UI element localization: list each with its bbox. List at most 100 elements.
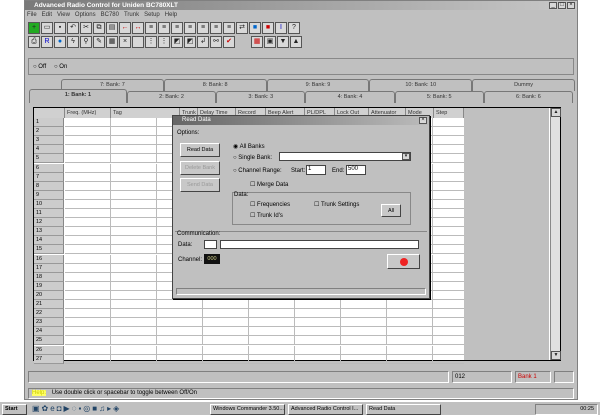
delete-row-icon[interactable]: ≡ — [171, 22, 183, 34]
row-header[interactable]: 19 — [34, 281, 64, 291]
row-header[interactable]: 17 — [34, 263, 64, 273]
insert-row-icon[interactable]: ≡ — [158, 22, 170, 34]
read-data-button[interactable]: Read Data — [180, 143, 220, 157]
scroll-down-icon[interactable]: ▼ — [551, 351, 561, 360]
chevron-down-icon[interactable]: ▾ — [402, 153, 410, 160]
row-header[interactable]: 5 — [34, 154, 64, 164]
close-button[interactable]: × — [567, 2, 575, 9]
row-header[interactable]: 26 — [34, 345, 64, 355]
new-icon[interactable]: + — [28, 22, 40, 34]
row-header[interactable]: 4 — [34, 145, 64, 155]
menu-view[interactable]: View — [57, 11, 70, 20]
task-advanced-radio-control[interactable]: Advanced Radio Control I... — [288, 404, 363, 415]
task-windows-commander[interactable]: Windows Commander 3.50... — [210, 404, 285, 415]
minimize-button[interactable]: _ — [549, 2, 557, 9]
col-tag[interactable]: Tag — [111, 108, 180, 118]
enter-icon[interactable]: ↲ — [197, 36, 209, 48]
off-radio[interactable]: ○ Off — [33, 64, 46, 70]
paste-icon[interactable]: ▤ — [106, 22, 118, 34]
row-header[interactable]: 25 — [34, 336, 64, 346]
all-banks-radio[interactable]: ◉ All Banks — [233, 143, 265, 150]
row-header[interactable]: 9 — [34, 190, 64, 200]
row-header[interactable]: 24 — [34, 327, 64, 337]
scan2-icon[interactable]: ◩ — [184, 36, 196, 48]
tab-bank-5[interactable]: 5: Bank: 5 — [394, 91, 484, 103]
sort-icon[interactable]: ≡ — [197, 22, 209, 34]
sort-down-icon[interactable]: ≡ — [223, 22, 235, 34]
all-button[interactable]: All — [381, 204, 401, 217]
grid-icon[interactable]: ▦ — [251, 36, 263, 48]
radio-icon[interactable]: R — [41, 36, 53, 48]
window-icon[interactable]: ▣ — [264, 36, 276, 48]
upload-icon[interactable]: ■ — [249, 22, 261, 34]
table-row[interactable] — [65, 300, 464, 310]
tab-bank-2[interactable]: 2: Bank: 2 — [126, 91, 217, 103]
tab-dummy[interactable]: Dummy — [472, 79, 575, 91]
row-header[interactable]: 18 — [34, 272, 64, 282]
row-header[interactable]: 3 — [34, 136, 64, 146]
row-header[interactable]: 21 — [34, 300, 64, 310]
row-header[interactable]: 2 — [34, 127, 64, 137]
download-icon[interactable]: ■ — [262, 22, 274, 34]
arrow-left-icon[interactable]: ← — [119, 22, 131, 34]
maximize-button[interactable]: □ — [558, 2, 566, 9]
scan-icon[interactable]: ◩ — [171, 36, 183, 48]
menu-help[interactable]: Help — [165, 11, 177, 20]
row-header[interactable]: 13 — [34, 227, 64, 237]
check-icon[interactable]: ✔ — [223, 36, 235, 48]
col-step[interactable]: Step — [434, 108, 464, 118]
table-icon[interactable]: ▦ — [106, 36, 118, 48]
table-row[interactable] — [65, 309, 464, 319]
row-header[interactable]: 16 — [34, 254, 64, 264]
undo-icon[interactable]: ↶ — [67, 22, 79, 34]
row-header[interactable]: 12 — [34, 218, 64, 228]
row-header[interactable]: 1 — [34, 118, 64, 128]
move-row-icon[interactable]: ≡ — [184, 22, 196, 34]
menu-options[interactable]: Options — [75, 11, 96, 20]
tab-bank-8[interactable]: 8: Bank: 8 — [163, 79, 267, 91]
row-header[interactable]: 20 — [34, 290, 64, 300]
vertical-scrollbar[interactable]: ▲ ▼ — [550, 108, 561, 360]
tab-bank-6[interactable]: 6: Bank: 6 — [483, 91, 574, 103]
delete-icon[interactable]: × — [119, 36, 131, 48]
table-row[interactable] — [65, 354, 464, 364]
tab-bank-9[interactable]: 9: Bank: 9 — [266, 79, 370, 91]
trunk-settings-checkbox[interactable]: ☐ Trunk Settings — [314, 201, 359, 208]
menu-setup[interactable]: Setup — [144, 11, 160, 20]
dialog-close-button[interactable]: × — [419, 117, 427, 124]
menu-edit[interactable]: Edit — [42, 11, 52, 20]
end-input[interactable]: 500 — [346, 165, 366, 175]
tab-bank-1[interactable]: 1: Bank: 1 — [29, 89, 127, 103]
row-header[interactable]: 6 — [34, 163, 64, 173]
send-data-button[interactable]: Send Data — [180, 178, 220, 192]
channel-range-radio[interactable]: ○ Channel Range: — [233, 168, 282, 174]
quick-launch-icons[interactable]: ▣✿e◘▶◌▪◎■♫▸◈ — [32, 404, 121, 414]
outdent-icon[interactable]: ⋮ — [158, 36, 170, 48]
row-header[interactable]: 14 — [34, 236, 64, 246]
cut-icon[interactable]: ✂ — [80, 22, 92, 34]
single-bank-radio[interactable]: ○ Single Bank: — [233, 155, 272, 161]
copy-icon[interactable]: ⧉ — [93, 22, 105, 34]
list-icon[interactable]: ≡ — [145, 22, 157, 34]
start-input[interactable]: 1 — [306, 165, 326, 175]
start-button[interactable]: Start — [2, 404, 27, 415]
up-icon[interactable]: ▲ — [290, 36, 302, 48]
indent-icon[interactable]: ⋮ — [145, 36, 157, 48]
row-header[interactable]: 7 — [34, 172, 64, 182]
row-header[interactable]: 27 — [34, 354, 64, 364]
swap-icon[interactable]: ⇄ — [236, 22, 248, 34]
tab-bank-10[interactable]: 10: Bank: 10 — [369, 79, 473, 91]
filter-icon[interactable]: ⚲ — [80, 36, 92, 48]
frequencies-checkbox[interactable]: ☐ Frequencies — [250, 201, 290, 208]
table-row[interactable] — [65, 318, 464, 328]
globe-icon[interactable]: ● — [54, 36, 66, 48]
print-icon[interactable]: ⎙ — [28, 36, 40, 48]
table-row[interactable] — [65, 327, 464, 337]
delete-bank-button[interactable]: Delete Bank — [180, 161, 220, 175]
menu-file[interactable]: File — [27, 11, 37, 20]
single-bank-select[interactable]: ▾ — [279, 152, 411, 161]
tab-bank-3[interactable]: 3: Bank: 3 — [216, 91, 306, 103]
edit-icon[interactable]: ✎ — [93, 36, 105, 48]
info-icon[interactable]: I — [275, 22, 287, 34]
row-header[interactable]: 15 — [34, 245, 64, 255]
